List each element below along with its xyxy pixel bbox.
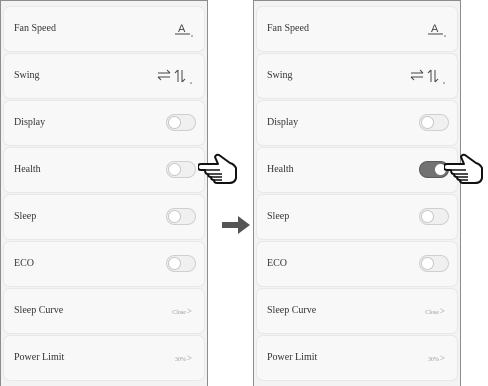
display-row: Display (4, 101, 204, 145)
right-arrow-icon (222, 216, 250, 234)
toggle-knob (421, 116, 434, 129)
health-row: Health (4, 148, 204, 192)
fan-speed-row[interactable]: Fan Speed A (4, 7, 204, 51)
settings-panel-after: Fan Speed A Swing Display Health Sleep E… (253, 0, 461, 386)
eco-toggle[interactable] (419, 255, 449, 272)
display-label: Display (14, 117, 46, 128)
sleep-toggle[interactable] (166, 208, 196, 225)
power-limit-label: Power Limit (267, 352, 318, 363)
power-limit-value: 30%> (427, 353, 445, 363)
swing-vertical-icon (174, 69, 186, 83)
eco-label: ECO (267, 258, 287, 269)
svg-text:A: A (431, 23, 439, 35)
toggle-knob (421, 257, 434, 270)
health-row: Health (257, 148, 457, 192)
sleep-curve-row[interactable]: Sleep Curve Close> (257, 289, 457, 333)
sleep-curve-value: Close> (172, 306, 192, 316)
fan-speed-label: Fan Speed (267, 23, 309, 34)
toggle-knob (168, 257, 181, 270)
swing-row[interactable]: Swing (257, 54, 457, 98)
power-limit-value: 30%> (174, 353, 192, 363)
health-label: Health (14, 164, 41, 175)
swing-label: Swing (14, 70, 40, 81)
sleep-label: Sleep (14, 211, 37, 222)
chevron-right-icon: > (439, 306, 445, 316)
svg-text:A: A (178, 23, 186, 35)
swing-row[interactable]: Swing (4, 54, 204, 98)
chevron-right-icon: > (186, 353, 192, 363)
pointing-hand-icon (444, 153, 483, 184)
toggle-knob (168, 163, 181, 176)
display-row: Display (257, 101, 457, 145)
health-label: Health (267, 164, 294, 175)
sleep-curve-value: Close> (425, 306, 445, 316)
eco-label: ECO (14, 258, 34, 269)
toggle-knob (168, 116, 181, 129)
swing-label: Swing (267, 70, 293, 81)
display-toggle[interactable] (166, 114, 196, 131)
toggle-knob (168, 210, 181, 223)
chevron-right-icon: > (439, 353, 445, 363)
power-limit-row[interactable]: Power Limit 30%> (257, 336, 457, 380)
eco-toggle[interactable] (166, 255, 196, 272)
sleep-curve-label: Sleep Curve (267, 305, 317, 316)
swing-vertical-icon (427, 69, 439, 83)
eco-row: ECO (257, 242, 457, 286)
toggle-knob (421, 210, 434, 223)
sleep-row: Sleep (257, 195, 457, 239)
settings-panel-before: Fan Speed A Swing Display Health Sleep E… (0, 0, 208, 386)
sleep-label: Sleep (267, 211, 290, 222)
health-toggle[interactable] (166, 161, 196, 178)
power-limit-row[interactable]: Power Limit 30%> (4, 336, 204, 380)
chevron-right-icon: > (186, 306, 192, 316)
swing-icons[interactable] (409, 66, 447, 86)
eco-row: ECO (4, 242, 204, 286)
swing-horizontal-icon (157, 69, 171, 81)
swing-icons[interactable] (156, 66, 194, 86)
power-limit-label: Power Limit (14, 352, 65, 363)
fan-speed-icon[interactable]: A (172, 19, 194, 39)
sleep-curve-label: Sleep Curve (14, 305, 64, 316)
fan-speed-label: Fan Speed (14, 23, 56, 34)
sleep-curve-row[interactable]: Sleep Curve Close> (4, 289, 204, 333)
fan-speed-row[interactable]: Fan Speed A (257, 7, 457, 51)
sleep-toggle[interactable] (419, 208, 449, 225)
display-label: Display (267, 117, 299, 128)
display-toggle[interactable] (419, 114, 449, 131)
fan-speed-icon[interactable]: A (425, 19, 447, 39)
pointing-hand-icon (198, 153, 237, 184)
sleep-row: Sleep (4, 195, 204, 239)
swing-horizontal-icon (410, 69, 424, 81)
